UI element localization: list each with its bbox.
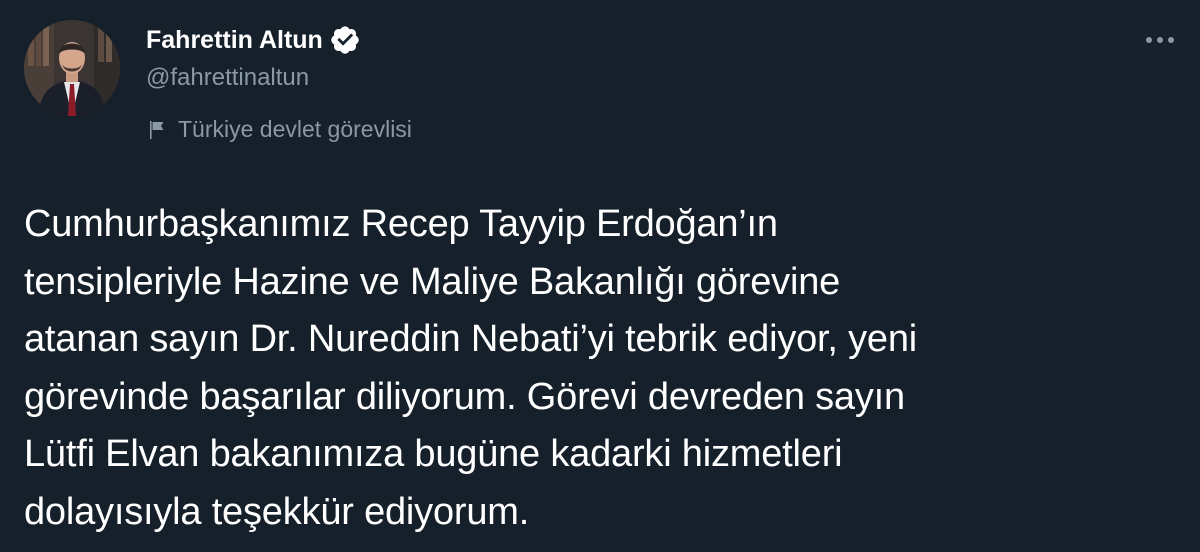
- tweet-text-line: görevinde başarılar diliyorum. Görevi de…: [24, 375, 905, 418]
- tweet-text-line: dolayısıyla teşekkür ediyorum.: [24, 490, 530, 533]
- author-handle[interactable]: @fahrettinaltun: [146, 64, 361, 92]
- tweet-text: Cumhurbaşkanımız Recep Tayyip Erdoğan’ın…: [24, 196, 1174, 541]
- author-header: Fahrettin Altun @fahrettinaltun: [146, 22, 361, 92]
- verified-badge-icon: [329, 24, 361, 56]
- tweet-text-line: Lütfi Elvan bakanımıza bugüne kadarki hi…: [24, 433, 843, 475]
- author-display-name[interactable]: Fahrettin Altun: [146, 26, 323, 55]
- name-row: Fahrettin Altun: [146, 22, 361, 58]
- avatar-image: [24, 20, 120, 116]
- avatar[interactable]: [24, 20, 120, 116]
- tweet-text-line: atanan sayın Dr. Nureddin Nebati’yi tebr…: [24, 318, 918, 360]
- account-label[interactable]: Türkiye devlet görevlisi: [146, 116, 412, 143]
- tweet-text-line: tensipleriyle Hazine ve Maliye Bakanlığı…: [24, 260, 841, 303]
- tweet-card: Fahrettin Altun @fahrettinaltun Türkiye …: [0, 0, 1200, 552]
- more-dots-icon: [1146, 37, 1174, 43]
- flag-icon: [146, 118, 170, 142]
- tweet-text-line: Cumhurbaşkanımız Recep Tayyip Erdoğan’ın: [24, 203, 778, 245]
- more-options-button[interactable]: [1140, 24, 1180, 56]
- account-label-text: Türkiye devlet görevlisi: [178, 116, 412, 142]
